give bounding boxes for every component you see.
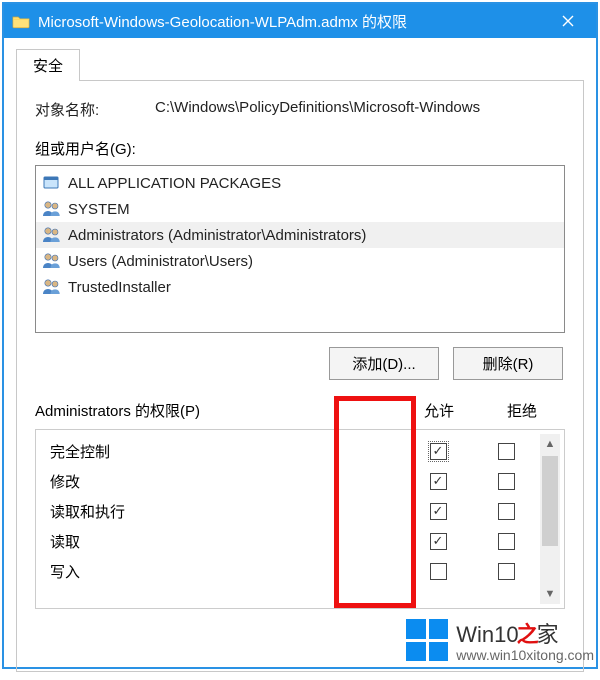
permission-row: 读取 ✓	[50, 526, 534, 556]
allow-checkbox[interactable]: ✓	[430, 503, 447, 520]
object-name-value: C:\Windows\PolicyDefinitions\Microsoft-W…	[155, 99, 565, 120]
watermark: Win10之家 www.win10xitong.com	[406, 617, 594, 663]
watermark-url: www.win10xitong.com	[456, 647, 594, 663]
package-icon	[42, 174, 62, 192]
group-item-label: Users (Administrator\Users)	[68, 253, 253, 270]
add-button[interactable]: 添加(D)...	[329, 347, 439, 380]
scroll-up-icon[interactable]: ▲	[540, 434, 560, 454]
allow-checkbox[interactable]	[430, 563, 447, 580]
watermark-brand-hi: 之	[517, 622, 539, 647]
allow-checkbox[interactable]: ✓	[430, 443, 447, 460]
deny-checkbox[interactable]	[498, 473, 515, 490]
folder-icon	[12, 14, 30, 29]
permission-name: 修改	[50, 471, 398, 492]
permission-name: 读取	[50, 531, 398, 552]
watermark-brand-post: 家	[537, 622, 559, 647]
object-name-label: 对象名称:	[35, 99, 155, 120]
permission-row: 修改 ✓	[50, 466, 534, 496]
deny-checkbox[interactable]	[498, 503, 515, 520]
window-title: Microsoft-Windows-Geolocation-WLPAdm.adm…	[38, 11, 548, 32]
scroll-down-icon[interactable]: ▼	[540, 584, 560, 604]
tab-security[interactable]: 安全	[16, 49, 80, 81]
permission-name: 读取和执行	[50, 501, 398, 522]
permission-row: 写入	[50, 556, 534, 586]
group-item-label: ALL APPLICATION PACKAGES	[68, 175, 281, 192]
group-item-label: SYSTEM	[68, 201, 130, 218]
close-button[interactable]	[548, 4, 588, 38]
allow-checkbox[interactable]: ✓	[430, 473, 447, 490]
permissions-title: Administrators 的权限(P)	[35, 400, 399, 421]
permission-name: 完全控制	[50, 441, 398, 462]
group-item[interactable]: Administrators (Administrator\Administra…	[36, 222, 564, 248]
group-item[interactable]: TrustedInstaller	[36, 274, 564, 300]
users-icon	[42, 200, 62, 218]
users-icon	[42, 278, 62, 296]
permission-row: 读取和执行 ✓	[50, 496, 534, 526]
permission-name: 写入	[50, 561, 398, 582]
col-deny-header: 拒绝	[479, 400, 565, 421]
group-item[interactable]: ALL APPLICATION PACKAGES	[36, 170, 564, 196]
windows-logo-icon	[406, 619, 448, 661]
tab-strip: 安全	[16, 48, 584, 80]
titlebar: Microsoft-Windows-Geolocation-WLPAdm.adm…	[4, 4, 596, 38]
group-item[interactable]: SYSTEM	[36, 196, 564, 222]
group-item-label: Administrators (Administrator\Administra…	[68, 227, 366, 244]
deny-checkbox[interactable]	[498, 533, 515, 550]
col-allow-header: 允许	[399, 400, 479, 421]
users-icon	[42, 226, 62, 244]
deny-checkbox[interactable]	[498, 443, 515, 460]
permissions-table: 完全控制 ✓ 修改 ✓ 读取和执行 ✓ 读取 ✓ 写入 ▲ ▼	[35, 429, 565, 609]
group-item[interactable]: Users (Administrator\Users)	[36, 248, 564, 274]
watermark-brand-pre: Win10	[456, 622, 518, 647]
group-item-label: TrustedInstaller	[68, 279, 171, 296]
users-icon	[42, 252, 62, 270]
scroll-thumb[interactable]	[542, 456, 558, 546]
remove-button[interactable]: 删除(R)	[453, 347, 563, 380]
permission-row: 完全控制 ✓	[50, 436, 534, 466]
groups-listbox[interactable]: ALL APPLICATION PACKAGES SYSTEM Administra…	[35, 165, 565, 333]
security-panel: 对象名称: C:\Windows\PolicyDefinitions\Micro…	[16, 80, 584, 672]
allow-checkbox[interactable]: ✓	[430, 533, 447, 550]
permissions-scrollbar[interactable]: ▲ ▼	[540, 434, 560, 604]
deny-checkbox[interactable]	[498, 563, 515, 580]
groups-label: 组或用户名(G):	[35, 138, 565, 159]
